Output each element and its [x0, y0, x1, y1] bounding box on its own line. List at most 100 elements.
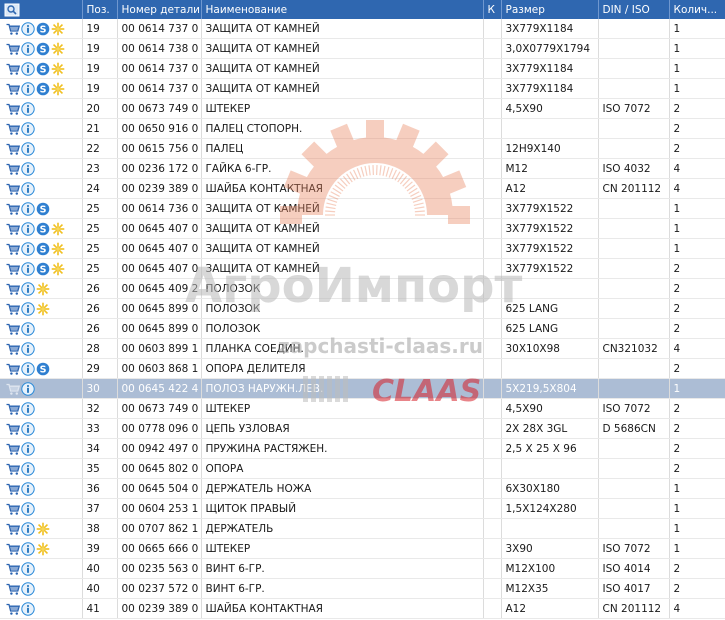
table-row[interactable]: S 25 00 0645 407 0 ЗАЩИТА ОТ КАМНЕЙ 3X779X15…	[0, 218, 725, 239]
table-row[interactable]: S 25 00 0614 736 0 ЗАЩИТА ОТ КАМНЕЙ 3X779X15…	[0, 198, 725, 219]
table-row[interactable]: S 29 00 0603 868 1 ОПОРА ДЕЛИТЕЛЯ 2	[0, 358, 725, 379]
cart-icon[interactable]	[6, 302, 20, 316]
table-row[interactable]: S 19 00 0614 737 0 ЗАЩИТА ОТ КАМНЕЙ 3X779X11…	[0, 58, 725, 79]
table-row[interactable]: 40 00 0235 563 0 ВИНТ 6-ГР. M12X100 ISO 4014…	[0, 558, 725, 579]
cart-icon[interactable]	[6, 102, 20, 116]
cart-icon[interactable]	[6, 22, 20, 36]
cart-icon[interactable]	[6, 342, 20, 356]
search-icon[interactable]	[4, 3, 20, 17]
info-icon[interactable]	[21, 41, 35, 56]
cart-icon[interactable]	[6, 422, 20, 436]
cart-icon[interactable]	[6, 382, 20, 396]
cart-icon[interactable]	[6, 582, 20, 596]
table-row[interactable]: 28 00 0603 899 1 ПЛАНКА СОЕДИН. 30X10X98 CN3…	[0, 338, 725, 359]
new-star-icon[interactable]	[51, 82, 65, 96]
new-star-icon[interactable]	[51, 42, 65, 56]
col-header-k[interactable]: К	[483, 0, 502, 19]
info-icon[interactable]	[21, 421, 35, 436]
table-row[interactable]: 23 00 0236 172 0 ГАЙКА 6-ГР. M12 ISO 4032 4	[0, 158, 725, 179]
info-icon[interactable]	[21, 21, 35, 36]
cart-icon[interactable]	[6, 222, 20, 236]
cart-icon[interactable]	[6, 242, 20, 256]
info-icon[interactable]	[21, 141, 35, 156]
cart-icon[interactable]	[6, 362, 20, 376]
info-icon[interactable]	[21, 401, 35, 416]
new-star-icon[interactable]	[36, 522, 50, 536]
s-badge-icon[interactable]: S	[36, 222, 50, 236]
table-row[interactable]: 39 00 0665 666 0 ШТЕКЕР 3X90 ISO 7072 1	[0, 538, 725, 559]
s-badge-icon[interactable]: S	[36, 262, 50, 276]
new-star-icon[interactable]	[51, 242, 65, 256]
new-star-icon[interactable]	[51, 22, 65, 36]
s-badge-icon[interactable]: S	[36, 202, 50, 216]
info-icon[interactable]	[21, 301, 35, 316]
table-row[interactable]: 24 00 0239 389 0 ШАЙБА КОНТАКТНАЯ A12 CN 201…	[0, 178, 725, 199]
cart-icon[interactable]	[6, 482, 20, 496]
cart-icon[interactable]	[6, 82, 20, 96]
info-icon[interactable]	[21, 601, 35, 616]
info-icon[interactable]	[21, 101, 35, 116]
info-icon[interactable]	[21, 441, 35, 456]
cart-icon[interactable]	[6, 122, 20, 136]
s-badge-icon[interactable]: S	[36, 22, 50, 36]
col-header-size[interactable]: Размер	[501, 0, 599, 19]
cart-icon[interactable]	[6, 602, 20, 616]
cart-icon[interactable]	[6, 62, 20, 76]
cart-icon[interactable]	[6, 322, 20, 336]
cart-icon[interactable]	[6, 502, 20, 516]
table-row[interactable]: 20 00 0673 749 0 ШТЕКЕР 4,5X90 ISO 7072 2	[0, 98, 725, 119]
table-row[interactable]: 36 00 0645 504 0 ДЕРЖАТЕЛЬ НОЖА 6X30X180 1	[0, 478, 725, 499]
s-badge-icon[interactable]: S	[36, 42, 50, 56]
header-icons[interactable]	[0, 0, 83, 19]
table-row[interactable]: S 25 00 0645 407 0 ЗАЩИТА ОТ КАМНЕЙ 3X779X15…	[0, 238, 725, 259]
info-icon[interactable]	[21, 541, 35, 556]
info-icon[interactable]	[21, 181, 35, 196]
table-row[interactable]: 37 00 0604 253 1 ЩИТОК ПРАВЫЙ 1,5X124X280 1	[0, 498, 725, 519]
table-row[interactable]: 21 00 0650 916 0 ПАЛЕЦ СТОПОРН. 2	[0, 118, 725, 139]
table-row[interactable]: 22 00 0615 756 0 ПАЛЕЦ 12H9X140 2	[0, 138, 725, 159]
cart-icon[interactable]	[6, 562, 20, 576]
table-row[interactable]: 35 00 0645 802 0 ОПОРА 2	[0, 458, 725, 479]
info-icon[interactable]	[21, 241, 35, 256]
cart-icon[interactable]	[6, 182, 20, 196]
info-icon[interactable]	[21, 521, 35, 536]
info-icon[interactable]	[21, 221, 35, 236]
info-icon[interactable]	[21, 501, 35, 516]
info-icon[interactable]	[21, 361, 35, 376]
cart-icon[interactable]	[6, 542, 20, 556]
cart-icon[interactable]	[6, 142, 20, 156]
table-row[interactable]: 41 00 0239 389 0 ШАЙБА КОНТАКТНАЯ A12 CN 201…	[0, 598, 725, 619]
table-row[interactable]: S 19 00 0614 737 0 ЗАЩИТА ОТ КАМНЕЙ 3X779X11…	[0, 19, 725, 39]
info-icon[interactable]	[21, 561, 35, 576]
info-icon[interactable]	[21, 161, 35, 176]
table-row[interactable]: 30 00 0645 422 4 ПОЛОЗ НАРУЖН.ЛЕВ. 5X219,5X…	[0, 378, 725, 399]
col-header-name[interactable]: Наименование	[201, 0, 484, 19]
table-row[interactable]: 34 00 0942 497 0 ПРУЖИНА РАСТЯЖЕН. 2,5 X 25…	[0, 438, 725, 459]
info-icon[interactable]	[21, 581, 35, 596]
table-row[interactable]: 33 00 0778 096 0 ЦЕПЬ УЗЛОВАЯ 2X 28X 3GL D 5…	[0, 418, 725, 439]
new-star-icon[interactable]	[51, 62, 65, 76]
s-badge-icon[interactable]: S	[36, 362, 50, 376]
table-row[interactable]: 40 00 0237 572 0 ВИНТ 6-ГР. M12X35 ISO 4017 2	[0, 578, 725, 599]
info-icon[interactable]	[21, 461, 35, 476]
s-badge-icon[interactable]: S	[36, 62, 50, 76]
cart-icon[interactable]	[6, 522, 20, 536]
table-row[interactable]: 26 00 0645 409 2 ПОЛОЗОК 2	[0, 278, 725, 299]
new-star-icon[interactable]	[36, 302, 50, 316]
table-row[interactable]: 38 00 0707 862 1 ДЕРЖАТЕЛЬ 1	[0, 518, 725, 539]
info-icon[interactable]	[21, 121, 35, 136]
new-star-icon[interactable]	[36, 282, 50, 296]
info-icon[interactable]	[21, 481, 35, 496]
col-header-part-number[interactable]: Номер детали	[117, 0, 202, 19]
table-row[interactable]: 26 00 0645 899 0 ПОЛОЗОК 625 LANG 2	[0, 318, 725, 339]
info-icon[interactable]	[21, 261, 35, 276]
col-header-quantity[interactable]: Колич...	[669, 0, 725, 19]
s-badge-icon[interactable]: S	[36, 242, 50, 256]
info-icon[interactable]	[21, 321, 35, 336]
info-icon[interactable]	[21, 201, 35, 216]
table-row[interactable]: S 25 00 0645 407 0 ЗАЩИТА ОТ КАМНЕЙ 3X779X15…	[0, 258, 725, 279]
cart-icon[interactable]	[6, 202, 20, 216]
cart-icon[interactable]	[6, 42, 20, 56]
cart-icon[interactable]	[6, 262, 20, 276]
table-row[interactable]: 26 00 0645 899 0 ПОЛОЗОК 625 LANG 2	[0, 298, 725, 319]
